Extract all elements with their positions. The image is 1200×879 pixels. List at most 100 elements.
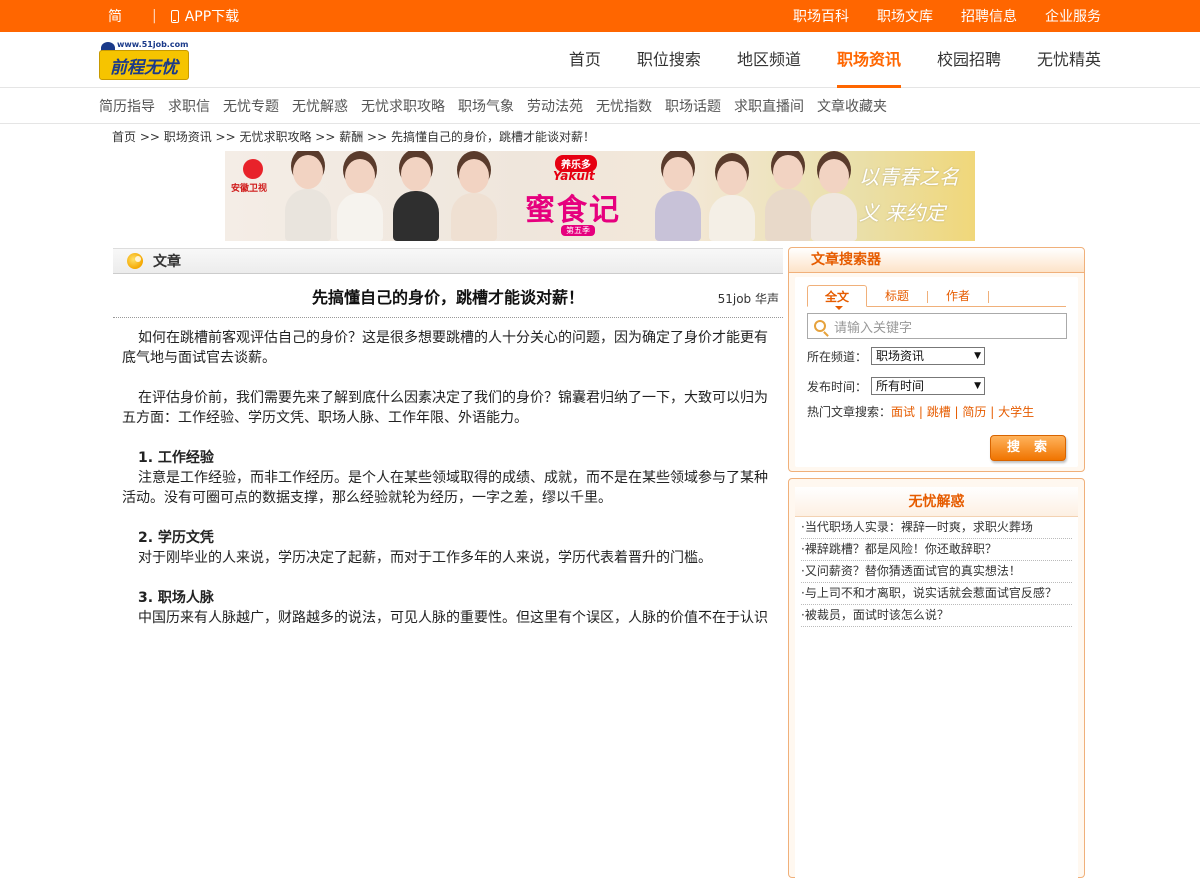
- subnav-favorites[interactable]: 文章收藏夹: [817, 96, 887, 116]
- article-section-header: 文章: [113, 248, 783, 274]
- tab-divider: [988, 291, 989, 303]
- banner-person: [709, 161, 755, 241]
- article-paragraph: 中国历来有人脉越广，财路越多的说法，可见人脉的重要性。但这里有个误区，人脉的价值…: [138, 610, 768, 626]
- list-item[interactable]: ·当代职场人实录：裸辞一时爽，求职火葬场: [801, 517, 1072, 539]
- subnav-labor-law[interactable]: 劳动法苑: [527, 96, 583, 116]
- logo-text: 前程无忧: [99, 50, 189, 80]
- subnav-resume-guide[interactable]: 简历指导: [99, 96, 155, 116]
- logo-url: www.51job.com: [117, 40, 189, 49]
- season-badge: 第五季: [561, 225, 595, 236]
- tab-title[interactable]: 标题: [867, 285, 927, 306]
- lang-switch[interactable]: 简: [108, 6, 122, 26]
- nav-home[interactable]: 首页: [569, 32, 601, 88]
- top-link-library[interactable]: 职场文库: [877, 6, 933, 26]
- article-paragraph: 如何在跳槽前客观评估自己的身价？这是很多想要跳槽的人十分关心的问题，因为确定了身…: [122, 330, 768, 366]
- show-logo: 养乐多 Yakult 蜜食记 第五季: [525, 155, 645, 237]
- site-logo[interactable]: www.51job.com 前程无忧: [99, 40, 189, 80]
- channel-logo: 安徽卫视: [231, 159, 275, 194]
- article-paragraph: 注意是工作经验，而非工作经历。是个人在某些领域取得的成绩、成就，而不是在某些领域…: [122, 470, 768, 506]
- keyword-input[interactable]: 请输入关键字: [807, 313, 1067, 339]
- banner-person: [337, 159, 383, 241]
- nav-campus[interactable]: 校园招聘: [937, 32, 1001, 88]
- breadcrumb[interactable]: 首页 >> 职场资讯 >> 无忧求职攻略 >> 薪酬 >> 先搞懂自己的身价，跳…: [112, 128, 595, 145]
- main-nav: 首页 职位搜索 地区频道 职场资讯 校园招聘 无忧精英: [569, 32, 1101, 88]
- search-panel-title: 文章搜索器: [789, 248, 1084, 273]
- article-title-bar: 先搞懂自己的身价，跳槽才能谈对薪！ 51job 华声: [113, 274, 783, 318]
- article-column: 文章 先搞懂自己的身价，跳槽才能谈对薪！ 51job 华声 如何在跳槽前客观评估…: [113, 248, 783, 648]
- channel-logo-mark: [243, 159, 263, 179]
- hot-link-interview[interactable]: 面试: [891, 405, 915, 419]
- sidebar: 文章搜索器 全文 标题 作者 请输入关键字 所在频道： 职场资讯 发布时间： 所…: [788, 247, 1085, 879]
- banner-person: [811, 159, 857, 241]
- nav-job-search[interactable]: 职位搜索: [637, 32, 701, 88]
- faq-title: 无忧解惑: [795, 487, 1078, 517]
- search-tabs: 全文 标题 作者: [807, 285, 1066, 310]
- search-form: 全文 标题 作者 请输入关键字 所在频道： 职场资讯 发布时间： 所有时间 热门…: [795, 277, 1078, 467]
- article-subheading: 3. 职场人脉: [138, 590, 214, 606]
- banner-slogan: 以青春之名义 来约定: [859, 165, 959, 225]
- channel-logo-text: 安徽卫视: [231, 184, 268, 194]
- top-bar: 简 | APP下载 职场百科 职场文库 招聘信息 企业服务: [0, 0, 1200, 32]
- channel-row: 所在频道： 职场资讯: [807, 347, 1066, 365]
- subnav-index[interactable]: 无忧指数: [596, 96, 652, 116]
- hot-link-resume[interactable]: 简历: [962, 405, 986, 419]
- subnav-cover-letter[interactable]: 求职信: [168, 96, 210, 116]
- subnav-strategy[interactable]: 无忧求职攻略: [361, 96, 445, 116]
- hot-link-job-hop[interactable]: 跳槽: [927, 405, 951, 419]
- subnav-topics-talk[interactable]: 职场话题: [665, 96, 721, 116]
- search-icon: [814, 320, 826, 332]
- section-label: 文章: [153, 254, 181, 270]
- subnav-faq[interactable]: 无忧解惑: [292, 96, 348, 116]
- phone-icon: [170, 9, 179, 23]
- article-paragraph: 在评估身价前，我们需要先来了解到底什么因素决定了我们的身价？锦囊君归纳了一下，大…: [122, 390, 768, 426]
- faq-list: ·当代职场人实录：裸辞一时爽，求职火葬场 ·裸辞跳槽？都是风险！你还敢辞职？ ·…: [795, 517, 1078, 627]
- channel-select[interactable]: 职场资讯: [871, 347, 986, 365]
- list-item[interactable]: ·与上司不和才离职，说实话就会惹面试官反感？: [801, 583, 1072, 605]
- faq-panel: 无忧解惑 ·当代职场人实录：裸辞一时爽，求职火葬场 ·裸辞跳槽？都是风险！你还敢…: [788, 478, 1085, 879]
- article-title: 先搞懂自己的身价，跳槽才能谈对薪！: [311, 288, 584, 307]
- article-subheading: 2. 学历文凭: [138, 530, 214, 546]
- show-title: 蜜食记: [525, 193, 621, 228]
- header: www.51job.com 前程无忧 首页 职位搜索 地区频道 职场资讯 校园招…: [0, 32, 1200, 88]
- hot-searches: 热门文章搜索：面试 | 跳槽 | 简历 | 大学生: [807, 403, 1066, 420]
- nav-career-news[interactable]: 职场资讯: [836, 32, 901, 88]
- link-divider: |: [986, 405, 999, 419]
- banner-person: [285, 155, 331, 241]
- subnav-live[interactable]: 求职直播间: [734, 96, 804, 116]
- nav-region[interactable]: 地区频道: [737, 32, 801, 88]
- top-link-enterprise[interactable]: 企业服务: [1045, 6, 1101, 26]
- subnav-weather[interactable]: 职场气象: [458, 96, 514, 116]
- hot-link-graduate[interactable]: 大学生: [998, 405, 1034, 419]
- hot-label: 热门文章搜索：: [807, 405, 892, 419]
- top-link-recruit-info[interactable]: 招聘信息: [961, 6, 1017, 26]
- channel-label: 所在频道：: [807, 349, 868, 364]
- faq-inner: 无忧解惑 ·当代职场人实录：裸辞一时爽，求职火葬场 ·裸辞跳槽？都是风险！你还敢…: [795, 487, 1078, 879]
- subnav-topics[interactable]: 无忧专题: [223, 96, 279, 116]
- banner-person: [655, 157, 701, 241]
- link-divider: |: [950, 405, 963, 419]
- tab-fulltext[interactable]: 全文: [807, 285, 867, 310]
- banner-person: [765, 155, 811, 241]
- list-item[interactable]: ·又问薪资？替你猜透面试官的真实想法！: [801, 561, 1072, 583]
- sub-nav: 简历指导 求职信 无忧专题 无忧解惑 无忧求职攻略 职场气象 劳动法苑 无忧指数…: [0, 88, 1200, 124]
- tab-author[interactable]: 作者: [928, 285, 988, 306]
- search-panel: 文章搜索器 全文 标题 作者 请输入关键字 所在频道： 职场资讯 发布时间： 所…: [788, 247, 1085, 472]
- time-row: 发布时间： 所有时间: [807, 377, 1066, 395]
- list-item[interactable]: ·裸辞跳槽？都是风险！你还敢辞职？: [801, 539, 1072, 561]
- list-item[interactable]: ·被裁员，面试时该怎么说？: [801, 605, 1072, 627]
- app-download-link[interactable]: APP下载: [185, 6, 239, 26]
- search-button[interactable]: 搜索: [990, 435, 1066, 461]
- article-subheading: 1. 工作经验: [138, 450, 214, 466]
- nav-elite[interactable]: 无忧精英: [1037, 32, 1101, 88]
- article-paragraph: 对于刚毕业的人来说，学历决定了起薪，而对于工作多年的人来说，学历代表着晋升的门槛…: [138, 550, 712, 566]
- time-label: 发布时间：: [807, 379, 868, 394]
- moon-icon: [127, 253, 143, 269]
- banner-person: [451, 159, 497, 241]
- top-link-wiki[interactable]: 职场百科: [793, 6, 849, 26]
- article-body: 如何在跳槽前客观评估自己的身价？这是很多想要跳槽的人十分关心的问题，因为确定了身…: [113, 318, 783, 628]
- ad-banner[interactable]: 安徽卫视 养乐多 Yakult 蜜食记 第五季 以青春之名义 来约定: [225, 151, 975, 241]
- banner-person: [393, 157, 439, 241]
- link-divider: |: [915, 405, 927, 419]
- time-select[interactable]: 所有时间: [871, 377, 986, 395]
- brand-en: Yakult: [553, 169, 595, 183]
